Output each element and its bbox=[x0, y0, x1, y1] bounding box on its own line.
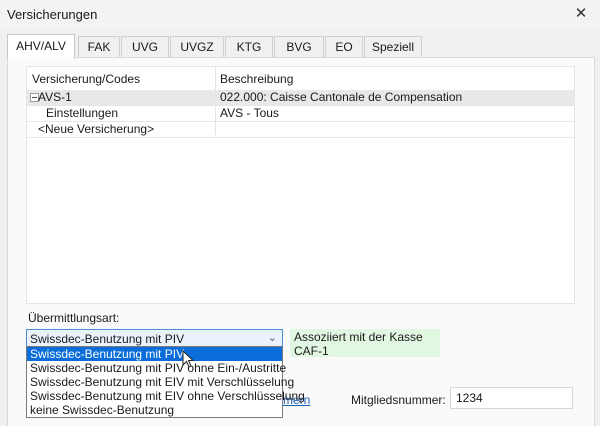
window-title: Versicherungen bbox=[7, 7, 98, 22]
tab-bvg[interactable]: BVG bbox=[274, 36, 324, 57]
tab-eo[interactable]: EO bbox=[325, 36, 363, 57]
association-cash-register: CAF-1 bbox=[294, 344, 329, 358]
table-row-new-insurance[interactable]: <Neue Versicherung> bbox=[27, 122, 574, 138]
option-keine-swissdec[interactable]: keine Swissdec-Benutzung bbox=[27, 403, 282, 417]
tab-ktg[interactable]: KTG bbox=[225, 36, 273, 57]
option-piv[interactable]: Swissdec-Benutzung mit PIV bbox=[27, 347, 282, 361]
transmission-label: Übermittlungsart: bbox=[28, 311, 120, 325]
tab-uvg[interactable]: UVG bbox=[121, 36, 169, 57]
header-description: Beschreibung bbox=[220, 72, 294, 86]
association-text: Assoziiert mit der Kasse bbox=[294, 330, 423, 344]
mouse-pointer-icon bbox=[182, 350, 194, 368]
option-piv-ohne-ein-austritte[interactable]: Swissdec-Benutzung mit PIV ohne Ein-/Aus… bbox=[27, 361, 286, 375]
tab-ahv-alv[interactable]: AHV/ALV bbox=[7, 34, 75, 59]
association-info: Assoziiert mit der Kasse CAF-1 bbox=[290, 329, 440, 358]
column-divider bbox=[215, 67, 216, 135]
chevron-down-icon[interactable]: ⌄ bbox=[268, 331, 277, 344]
member-number-value: 1234 bbox=[456, 391, 483, 405]
table-row-einstellungen[interactable]: Einstellungen AVS - Tous bbox=[27, 106, 574, 122]
header-code: Versicherung/Codes bbox=[32, 72, 141, 86]
close-icon[interactable]: ✕ bbox=[568, 2, 594, 26]
tab-uvgz[interactable]: UVGZ bbox=[170, 36, 224, 57]
row-code: AVS-1 bbox=[38, 90, 72, 104]
transmission-select[interactable]: Swissdec-Benutzung mit PIV ⌄ bbox=[26, 329, 283, 347]
transmission-dropdown-list: Swissdec-Benutzung mit PIV Swissdec-Benu… bbox=[26, 346, 305, 418]
table-row-avs-1[interactable]: AVS-1 022.000: Caisse Cantonale de Compe… bbox=[27, 90, 574, 106]
row-description: AVS - Tous bbox=[220, 106, 279, 120]
tab-fak[interactable]: FAK bbox=[78, 36, 120, 57]
member-number-label: Mitgliedsnummer: bbox=[351, 393, 446, 407]
insurance-grid: Versicherung/Codes Beschreibung AVS-1 02… bbox=[26, 66, 575, 304]
title-bar: Versicherungen ✕ bbox=[0, 0, 600, 30]
option-eiv-mit-verschluesselung[interactable]: Swissdec-Benutzung mit EIV mit Verschlüs… bbox=[27, 375, 294, 389]
transmission-selected-value: Swissdec-Benutzung mit PIV bbox=[30, 332, 185, 346]
row-code: Einstellungen bbox=[46, 106, 119, 120]
option-eiv-ohne-verschluesselung[interactable]: Swissdec-Benutzung mit EIV ohne Verschlü… bbox=[27, 389, 305, 403]
tab-speziell[interactable]: Speziell bbox=[364, 36, 422, 57]
row-code: <Neue Versicherung> bbox=[38, 122, 155, 136]
member-number-input[interactable]: 1234 bbox=[450, 387, 573, 409]
row-description: 022.000: Caisse Cantonale de Compensatio… bbox=[220, 90, 463, 104]
